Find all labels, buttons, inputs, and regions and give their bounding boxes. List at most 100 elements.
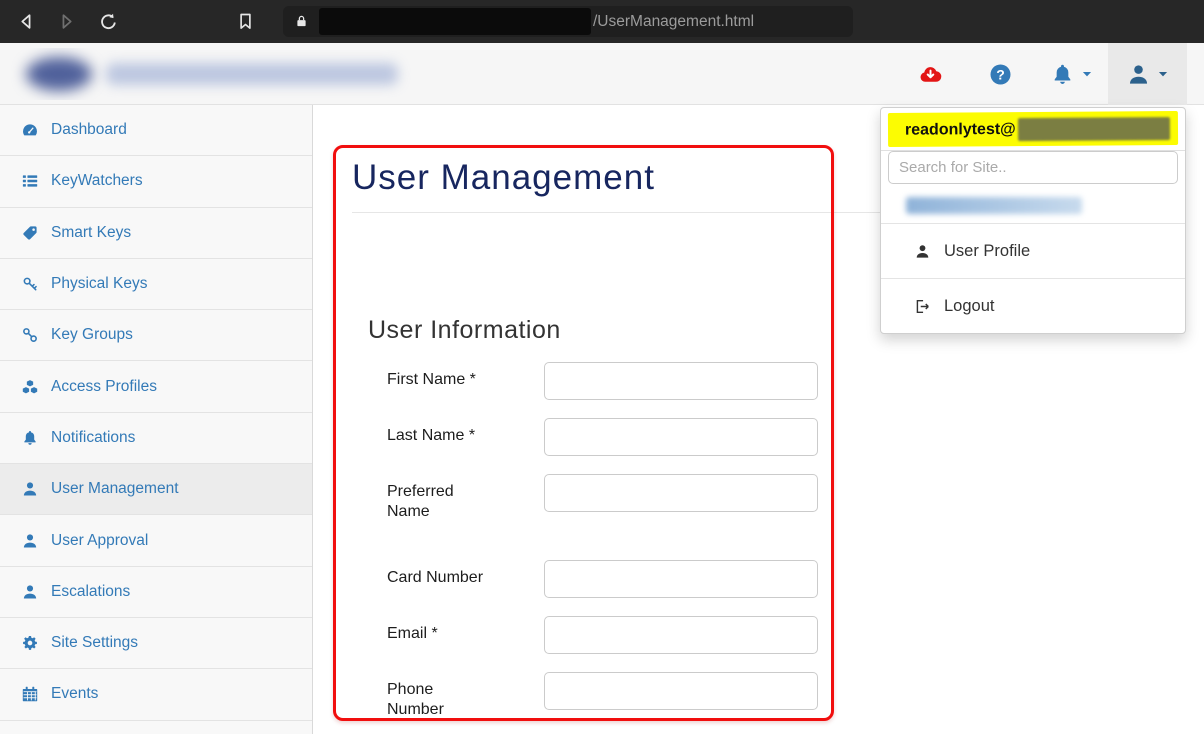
sidebar-item-smart-keys[interactable]: Smart Keys — [0, 208, 312, 259]
sidebar-item-label: Access Profiles — [51, 378, 157, 396]
lock-icon — [293, 13, 310, 30]
download-button[interactable] — [895, 43, 965, 105]
user-form: First Name * Last Name * Preferred Name Car… — [387, 362, 880, 720]
email-domain-redaction — [1018, 117, 1170, 141]
site-search-input[interactable] — [888, 151, 1178, 184]
menu-item-label: User Profile — [944, 242, 1030, 261]
sidebar-item-physical-keys[interactable]: Physical Keys — [0, 259, 312, 310]
browser-back-icon[interactable] — [16, 11, 37, 32]
sidebar-item-label: Notifications — [51, 429, 135, 447]
sidebar-item-label: Key Groups — [51, 326, 133, 344]
form-row-card-number: Card Number — [387, 560, 880, 598]
sidebar-item-key-groups[interactable]: Key Groups — [0, 310, 312, 361]
user-email-row: readonlytest@ — [881, 108, 1185, 151]
sidebar-item-keywatchers[interactable]: KeyWatchers — [0, 156, 312, 207]
help-button[interactable]: ? — [965, 43, 1035, 105]
field-label: Card Number — [387, 560, 544, 598]
sidebar-item-label: Physical Keys — [51, 275, 147, 293]
notifications-button[interactable] — [1035, 43, 1108, 105]
user-dropdown-menu: readonlytest@ User Profile Logout — [880, 107, 1186, 334]
field-label: First Name * — [387, 362, 544, 400]
tag-icon — [20, 224, 40, 242]
sidebar-item-label: Dashboard — [51, 121, 127, 139]
url-redaction — [319, 8, 591, 35]
section-title: User Information — [368, 316, 880, 345]
app-header: ? — [0, 43, 1204, 105]
cloud-download-icon — [918, 62, 943, 87]
sidebar-item-events[interactable]: Events — [0, 669, 312, 720]
sidebar-item-user-management[interactable]: User Management — [0, 464, 312, 515]
app-title-blur — [106, 63, 398, 85]
browser-forward-icon[interactable] — [56, 11, 77, 32]
gear-icon — [20, 634, 40, 652]
menu-item-label: Logout — [944, 297, 994, 316]
list-icon — [20, 172, 40, 190]
sidebar-nav: Dashboard KeyWatchers Smart Keys Physical K… — [0, 105, 312, 721]
form-row-last-name: Last Name * — [387, 418, 880, 456]
cubes-icon — [20, 378, 40, 396]
form-row-first-name: First Name * — [387, 362, 880, 400]
key-icon — [20, 275, 40, 293]
menu-item-logout[interactable]: Logout — [881, 278, 1185, 333]
url-path: /UserManagement.html — [593, 13, 754, 31]
form-row-phone-number: Phone Number — [387, 672, 880, 720]
calendar-icon — [20, 685, 40, 703]
sidebar-item-dashboard[interactable]: Dashboard — [0, 105, 312, 156]
user-menu-button[interactable] — [1108, 43, 1187, 105]
caret-down-icon — [1080, 67, 1094, 81]
content-area: User Management User Information First N… — [352, 105, 880, 734]
preferred-name-input[interactable] — [544, 474, 818, 512]
sidebar-item-label: User Management — [51, 480, 179, 498]
chain-icon — [20, 326, 40, 344]
bell-icon — [20, 429, 40, 447]
form-row-email: Email * — [387, 616, 880, 654]
menu-item-user-profile[interactable]: User Profile — [881, 223, 1185, 278]
user-menu-items: User Profile Logout — [881, 223, 1185, 333]
email-input[interactable] — [544, 616, 818, 654]
app-logo-redacted — [10, 48, 420, 100]
sign-out-icon — [914, 298, 931, 315]
browser-chrome: /UserManagement.html — [0, 0, 1204, 43]
sidebar-item-user-approval[interactable]: User Approval — [0, 515, 312, 566]
bookmark-icon[interactable] — [235, 11, 256, 32]
card-number-input[interactable] — [544, 560, 818, 598]
header-actions: ? — [895, 43, 1187, 105]
sidebar-item-access-profiles[interactable]: Access Profiles — [0, 361, 312, 412]
site-search-wrap — [881, 151, 1185, 187]
site-item-redacted[interactable] — [881, 187, 1185, 223]
email-prefix: readonlytest@ — [905, 121, 1016, 139]
page-title: User Management — [352, 158, 880, 198]
user-icon — [914, 243, 931, 260]
site-name-blur — [906, 197, 1082, 214]
first-name-input[interactable] — [544, 362, 818, 400]
question-circle-icon: ? — [988, 62, 1013, 87]
field-label: Phone Number — [387, 672, 544, 720]
field-label: Last Name * — [387, 418, 544, 456]
user-icon — [1126, 62, 1151, 87]
sidebar-item-label: Escalations — [51, 583, 130, 601]
browser-refresh-icon[interactable] — [98, 11, 119, 32]
sidebar-item-label: KeyWatchers — [51, 172, 143, 190]
sidebar-item-label: Smart Keys — [51, 224, 131, 242]
field-label: Email * — [387, 616, 544, 654]
sidebar: Dashboard KeyWatchers Smart Keys Physical K… — [0, 105, 313, 734]
logo-blur — [26, 57, 92, 91]
tachometer-icon — [20, 121, 40, 139]
phone-number-input[interactable] — [544, 672, 818, 710]
highlighted-email: readonlytest@ — [888, 111, 1178, 147]
svg-text:?: ? — [996, 66, 1005, 82]
sidebar-item-escalations[interactable]: Escalations — [0, 567, 312, 618]
last-name-input[interactable] — [544, 418, 818, 456]
user-icon — [20, 532, 40, 550]
sidebar-item-label: Events — [51, 685, 98, 703]
user-icon — [20, 480, 40, 498]
sidebar-item-site-settings[interactable]: Site Settings — [0, 618, 312, 669]
form-row-preferred-name: Preferred Name — [387, 474, 880, 522]
user-icon — [20, 583, 40, 601]
sidebar-item-notifications[interactable]: Notifications — [0, 413, 312, 464]
field-label: Preferred Name — [387, 474, 544, 522]
sidebar-item-label: User Approval — [51, 532, 148, 550]
browser-url-bar[interactable]: /UserManagement.html — [283, 6, 853, 37]
caret-down-icon — [1156, 67, 1170, 81]
title-divider — [352, 212, 880, 213]
